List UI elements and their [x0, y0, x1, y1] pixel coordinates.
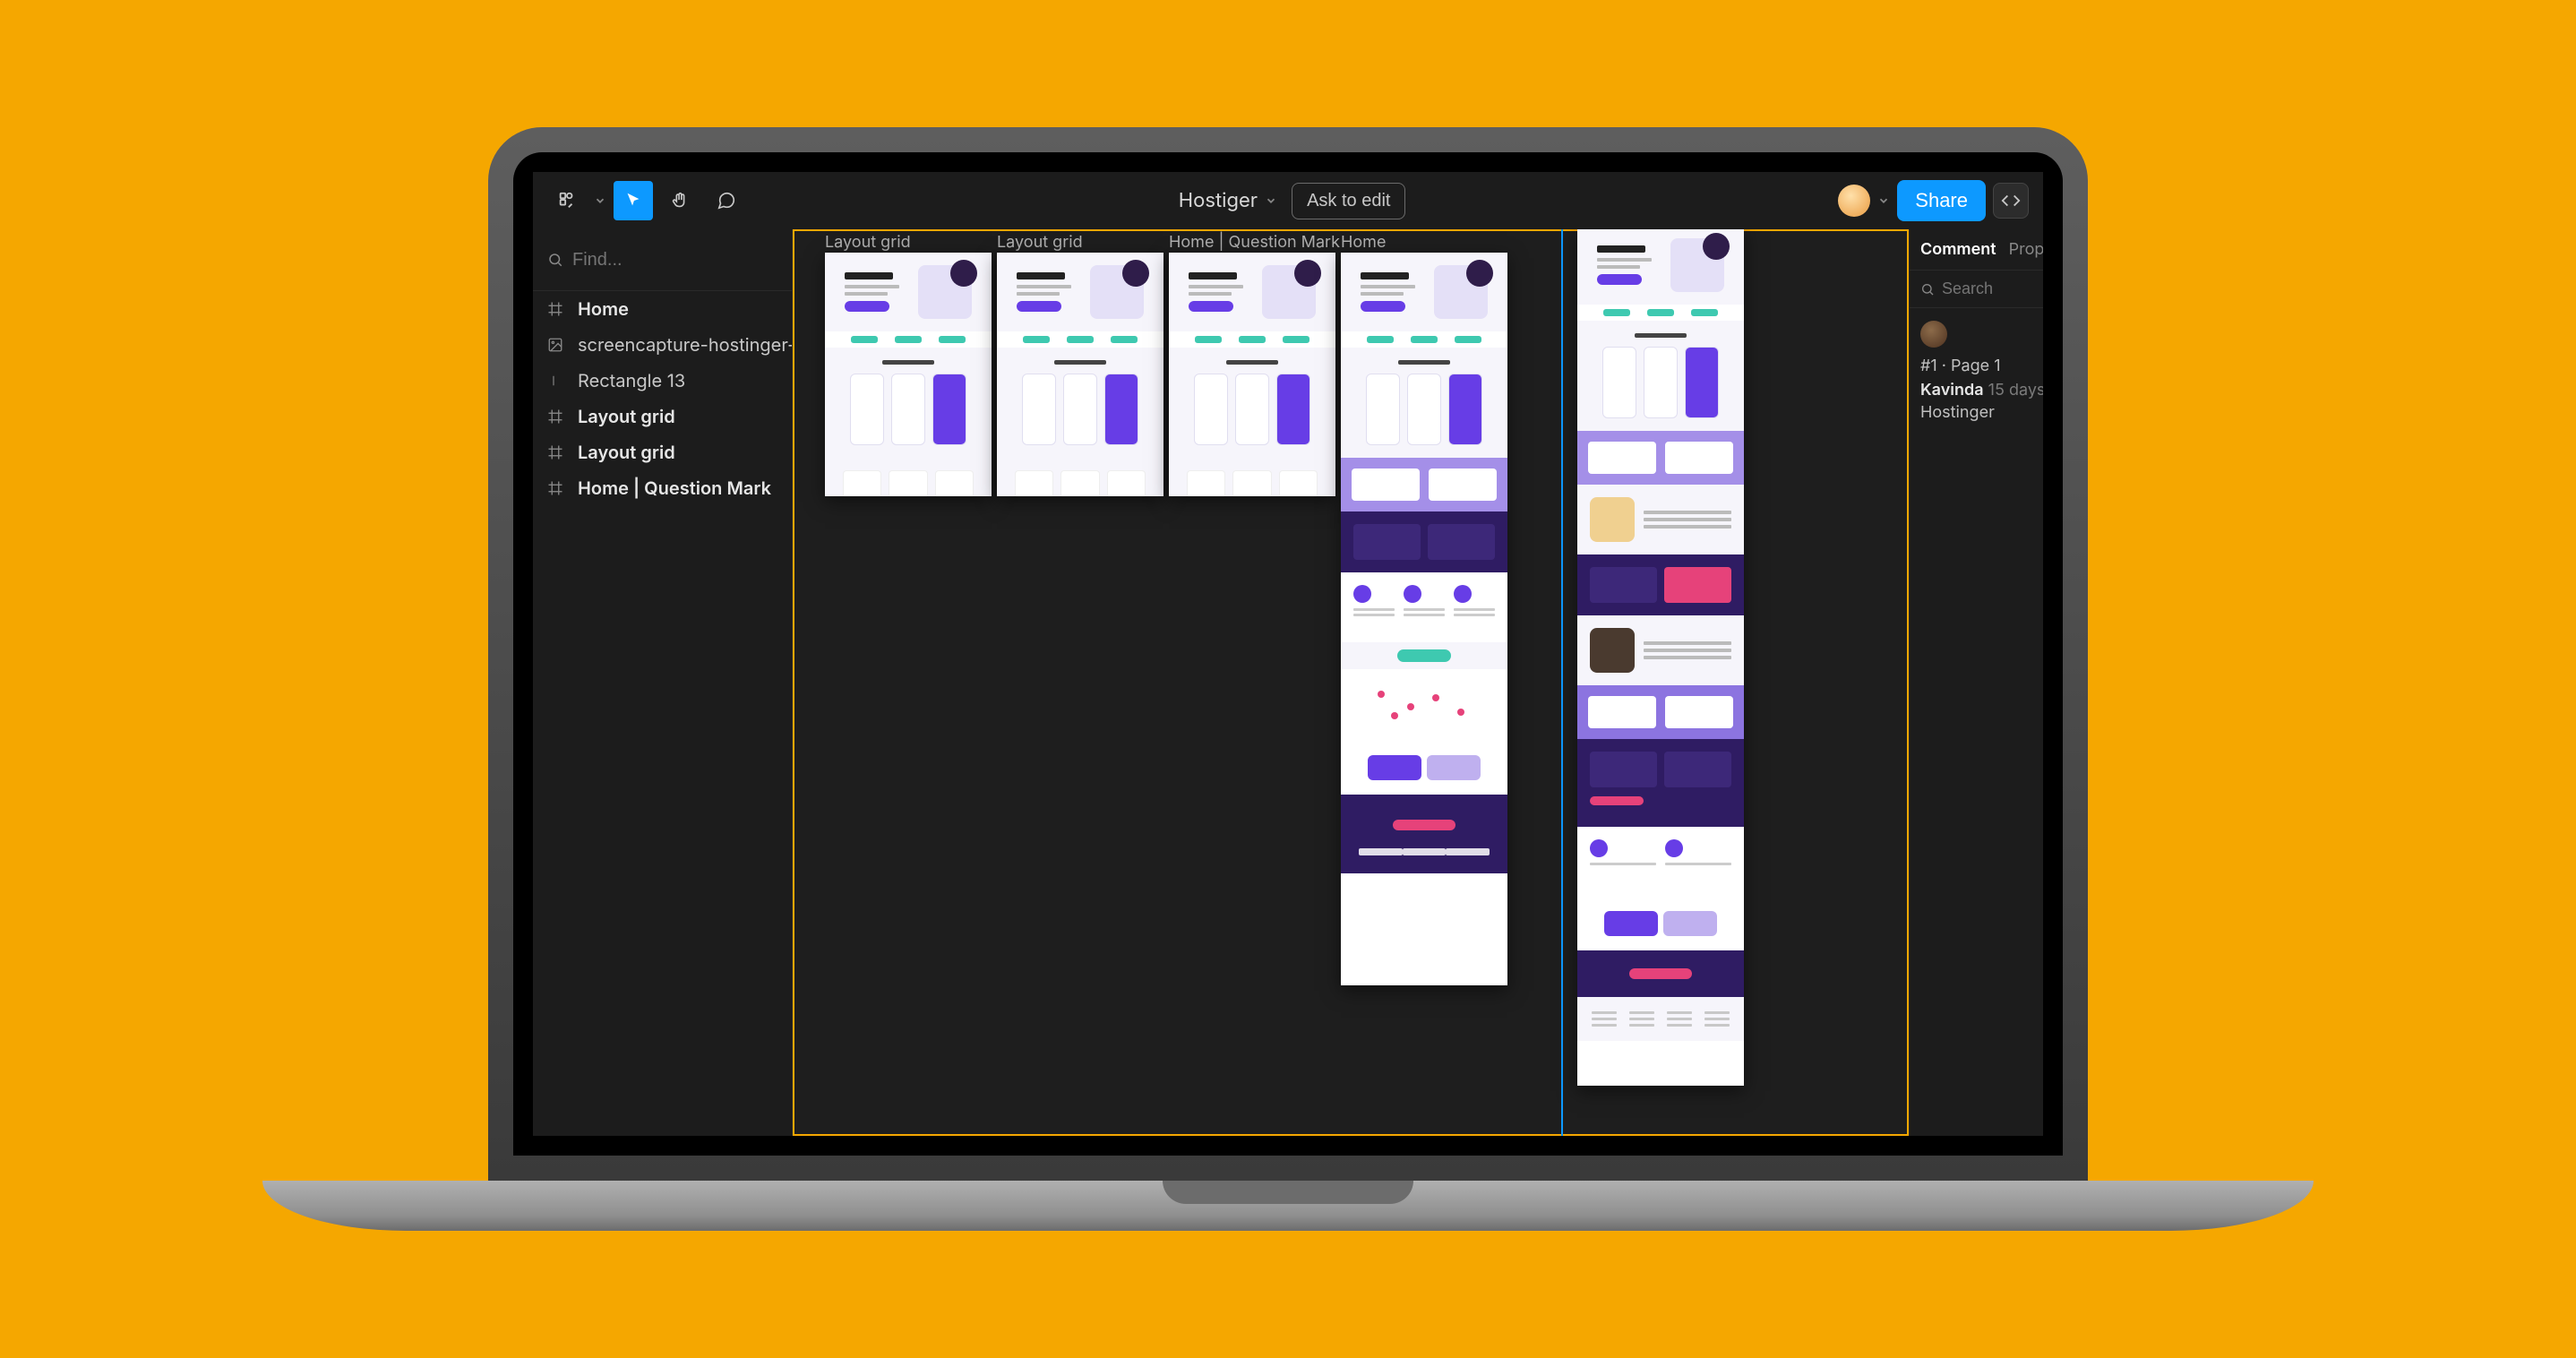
search-icon — [547, 252, 563, 268]
canvas-frame[interactable] — [1169, 253, 1335, 496]
user-avatar[interactable] — [1838, 185, 1870, 217]
frame-icon — [547, 480, 567, 496]
layer-row[interactable]: screencapture-hostinger-2024-08... — [533, 327, 792, 363]
layer-row[interactable]: Layout grid — [533, 399, 792, 434]
move-tool-button[interactable] — [614, 181, 653, 220]
comment-tool-button[interactable] — [707, 181, 746, 220]
chevron-down-icon[interactable] — [1877, 194, 1890, 207]
layer-row[interactable]: Rectangle 13 — [533, 363, 792, 399]
dev-mode-button[interactable] — [1993, 183, 2029, 219]
canvas-frame[interactable] — [1577, 229, 1744, 1086]
comment-author: Kavinda — [1920, 381, 1984, 400]
frame-icon — [547, 408, 567, 425]
frame-label[interactable]: Layout grid — [997, 233, 1083, 252]
share-button[interactable]: Share — [1897, 180, 1986, 221]
frame-icon — [547, 301, 567, 317]
canvas-frame[interactable] — [825, 253, 992, 496]
ask-to-edit-button[interactable]: Ask to edit — [1292, 183, 1405, 219]
comment-author-avatar — [1920, 321, 1947, 348]
laptop-mockup: Hostiger Ask to edit Share — [488, 127, 2088, 1231]
hand-tool-button[interactable] — [660, 181, 700, 220]
comment-body: Hostinger — [1920, 403, 2032, 422]
comment-ref: #1 · Page 1 — [1920, 357, 2032, 375]
comment-time: 15 days ag — [1988, 381, 2043, 400]
canvas-frame[interactable] — [997, 253, 1163, 496]
canvas-frame[interactable] — [1341, 253, 1507, 985]
chevron-down-icon[interactable] — [594, 194, 606, 207]
canvas[interactable]: Layout grid Layout grid Home | Question … — [793, 229, 1909, 1136]
tab-comment[interactable]: Comment — [1920, 240, 1996, 259]
main-menu-button[interactable] — [547, 181, 587, 220]
inspector-panel: Comment Prope #1 · Page 1 — [1909, 229, 2043, 1136]
comment-search-input[interactable] — [1942, 279, 2032, 298]
frame-label[interactable]: Home — [1341, 233, 1386, 252]
search-icon — [1920, 282, 1935, 297]
frame-label[interactable]: Home | Question Mark — [1169, 233, 1340, 252]
find-input[interactable] — [572, 250, 810, 271]
layer-label: screencapture-hostinger-2024-08... — [578, 334, 792, 356]
toolbar: Hostiger Ask to edit Share — [533, 172, 2043, 229]
figma-window: Hostiger Ask to edit Share — [533, 172, 2043, 1136]
file-title[interactable]: Hostiger — [1179, 189, 1277, 212]
comment-thread[interactable]: #1 · Page 1 Kavinda 15 days ag Hostinger — [1910, 308, 2043, 438]
layer-label: Home — [578, 298, 629, 320]
layer-label: Home | Question Mark — [578, 477, 771, 499]
layer-row[interactable]: Layout grid — [533, 434, 792, 470]
image-icon — [547, 337, 567, 353]
layer-row[interactable]: Home | Question Mark — [533, 470, 792, 506]
layer-row[interactable]: Home — [533, 291, 792, 327]
section-divider — [1561, 229, 1563, 1136]
frame-icon — [547, 444, 567, 460]
frame-label[interactable]: Layout grid — [825, 233, 911, 252]
rect-icon — [547, 373, 567, 389]
chevron-down-icon — [1265, 194, 1277, 207]
layer-label: Layout grid — [578, 406, 675, 427]
tab-properties[interactable]: Prope — [2009, 240, 2043, 259]
layer-label: Rectangle 13 — [578, 370, 685, 391]
layers-panel: Page 1 Homescreencapture-hostinger-2024-… — [533, 229, 793, 1136]
layer-label: Layout grid — [578, 442, 675, 463]
